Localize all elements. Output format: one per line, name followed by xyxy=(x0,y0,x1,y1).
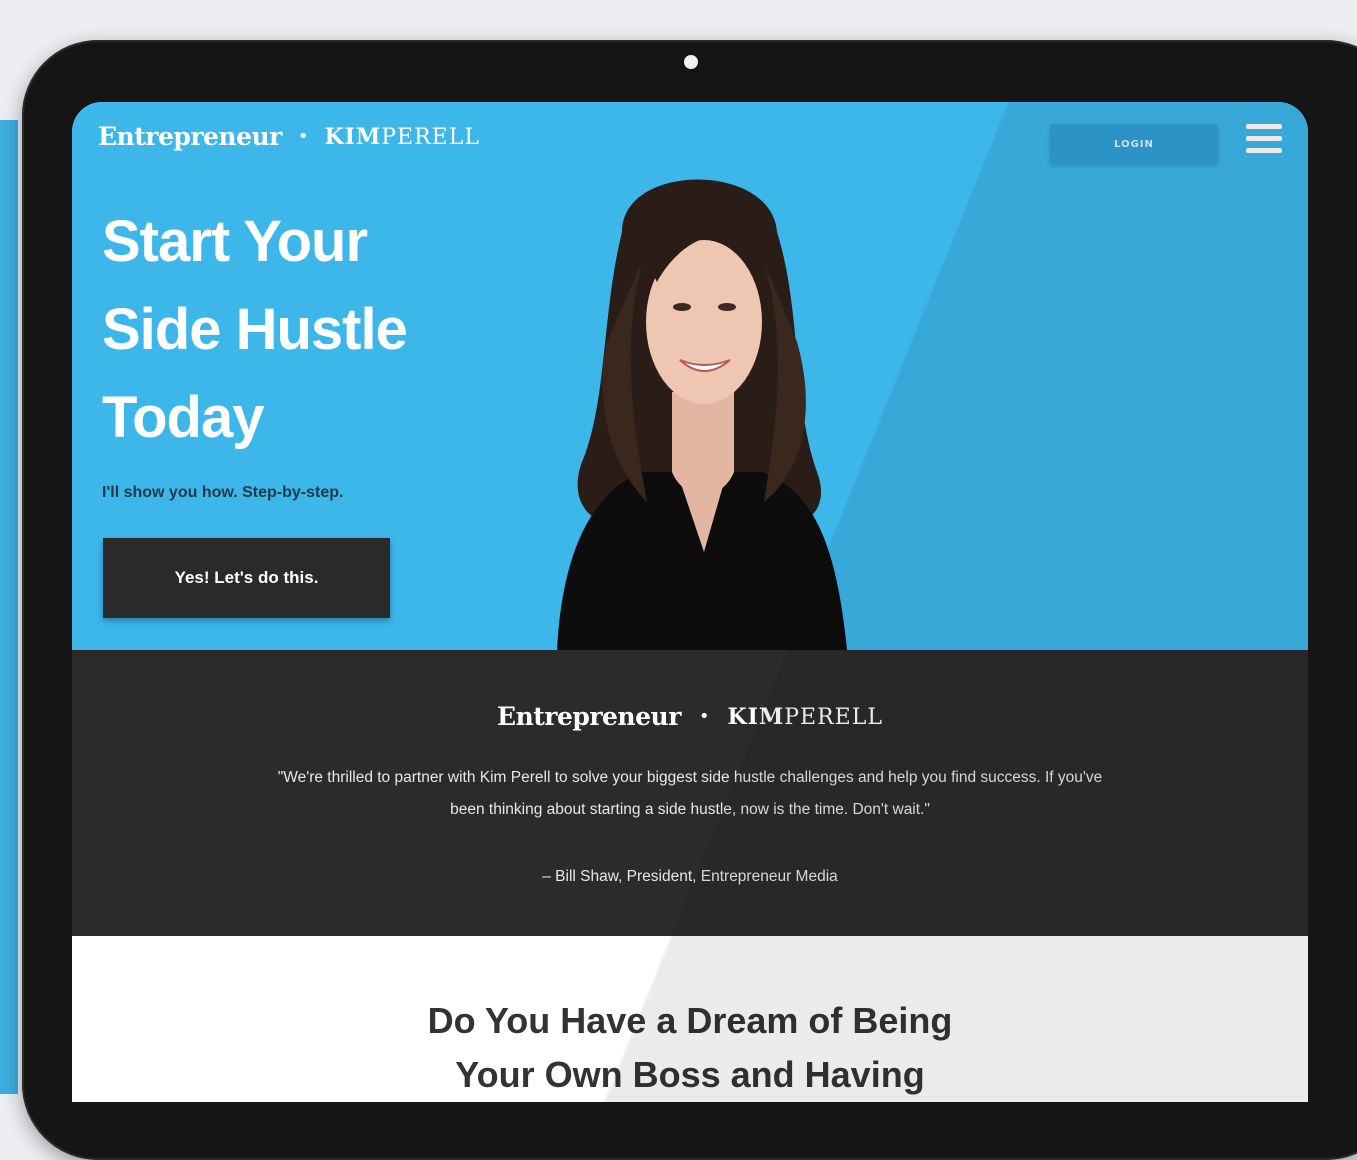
partner-logos: Entrepreneur • KIMPERELL xyxy=(72,702,1308,731)
perell-logo-text: PERELL xyxy=(784,704,883,730)
hero-subtitle: I'll show you how. Step-by-step. xyxy=(102,484,344,501)
background-strip xyxy=(0,120,18,1094)
testimonial-attribution: – Bill Shaw, President, Entrepreneur Med… xyxy=(542,868,838,885)
brand-logo[interactable]: Entrepreneur • KIMPERELL xyxy=(98,122,480,151)
hero-title-line: Today xyxy=(102,385,265,450)
hero-title-line: Start Your xyxy=(102,209,368,274)
entrepreneur-logo: Entrepreneur xyxy=(98,122,282,151)
camera-dot-icon xyxy=(684,55,698,69)
brand-separator: • xyxy=(698,706,710,727)
kim-logo-bold: KIM xyxy=(727,703,785,730)
perell-logo-text: PERELL xyxy=(381,124,480,150)
testimonial-quote: "We're thrilled to partner with Kim Pere… xyxy=(277,769,1103,818)
login-button[interactable]: LOGIN xyxy=(1050,124,1218,164)
kim-logo-bold: KIM xyxy=(324,123,382,150)
hero-title: Start Your Side Hustle Today xyxy=(102,198,482,462)
entrepreneur-logo: Entrepreneur xyxy=(497,702,681,731)
presenter-portrait xyxy=(557,179,847,650)
kim-perell-logo: KIMPERELL xyxy=(324,124,479,150)
intro-section: Do You Have a Dream of Being Your Own Bo… xyxy=(72,936,1308,1102)
testimonial-section: Entrepreneur • KIMPERELL "We're thrilled… xyxy=(72,650,1308,936)
section-title: Do You Have a Dream of Being Your Own Bo… xyxy=(72,994,1308,1102)
kim-perell-logo: KIMPERELL xyxy=(727,704,882,730)
section-title-line: Do You Have a Dream of Being xyxy=(427,1000,953,1041)
cta-button[interactable]: Yes! Let's do this. xyxy=(103,538,390,618)
hero-title-line: Side Hustle xyxy=(102,297,408,362)
hero-section: Entrepreneur • KIMPERELL LOGIN Start You… xyxy=(72,102,1308,650)
brand-separator: • xyxy=(297,126,309,147)
tablet-screen: Entrepreneur • KIMPERELL LOGIN Start You… xyxy=(72,102,1308,1102)
hamburger-menu-icon[interactable] xyxy=(1246,124,1282,156)
